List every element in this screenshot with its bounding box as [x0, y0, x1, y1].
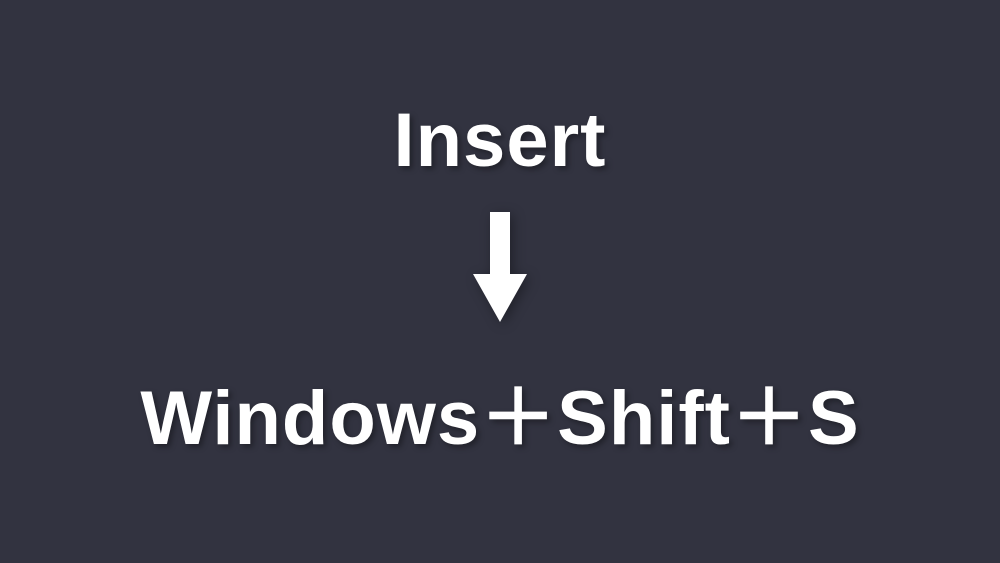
arrow-down-icon [473, 212, 527, 322]
target-shortcut-label: Windows＋Shift＋S [140, 356, 859, 466]
source-key-label: Insert [394, 97, 607, 184]
